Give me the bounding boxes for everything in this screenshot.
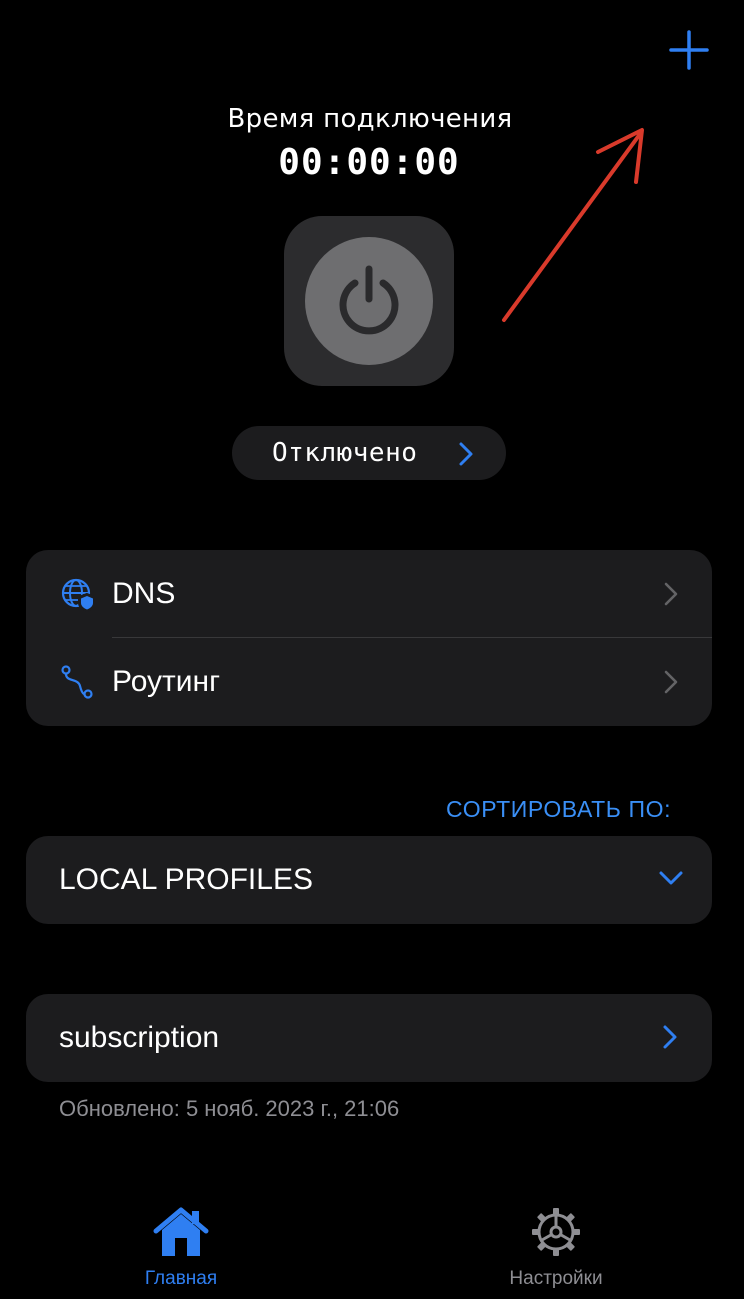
chevron-right-icon	[664, 582, 678, 606]
tab-home-label: Главная	[144, 1268, 218, 1289]
tab-settings[interactable]: Настройки	[456, 1206, 656, 1290]
menu-item-label: Роутинг	[112, 665, 221, 698]
connection-timer: 00:00:00	[278, 142, 460, 183]
home-icon	[153, 1207, 209, 1256]
power-button-circle	[305, 237, 433, 365]
menu-item-label: DNS	[112, 577, 176, 610]
subscription-name: subscription	[59, 1021, 220, 1054]
gear-icon	[532, 1208, 580, 1256]
add-button[interactable]	[664, 26, 714, 76]
menu-item-dns[interactable]: DNS	[26, 550, 712, 638]
connection-status-button[interactable]: Отключено	[232, 426, 506, 480]
chevron-down-icon	[659, 871, 683, 885]
power-icon	[339, 265, 399, 335]
power-button[interactable]	[284, 216, 454, 386]
connection-time-label: Время подключения	[227, 104, 513, 134]
profiles-dropdown[interactable]: LOCAL PROFILES	[26, 836, 712, 924]
chevron-right-icon	[663, 1025, 677, 1049]
settings-menu-card: DNS Роутинг	[26, 550, 712, 726]
plus-icon	[669, 30, 709, 70]
subscription-item[interactable]: subscription	[26, 994, 712, 1082]
globe-shield-icon	[61, 578, 96, 612]
chevron-right-icon	[459, 442, 473, 466]
connection-status-label: Отключено	[272, 438, 418, 468]
profiles-dropdown-value: LOCAL PROFILES	[59, 863, 313, 896]
tab-settings-label: Настройки	[509, 1268, 603, 1289]
menu-item-routing[interactable]: Роутинг	[26, 638, 712, 726]
route-icon	[61, 665, 93, 699]
subscription-updated-text: Обновлено: 5 нояб. 2023 г., 21:06	[59, 1096, 400, 1121]
tab-home[interactable]: Главная	[81, 1206, 281, 1290]
chevron-right-icon	[664, 670, 678, 694]
sort-by-button[interactable]: СОРТИРОВАТЬ ПО:	[446, 796, 671, 823]
